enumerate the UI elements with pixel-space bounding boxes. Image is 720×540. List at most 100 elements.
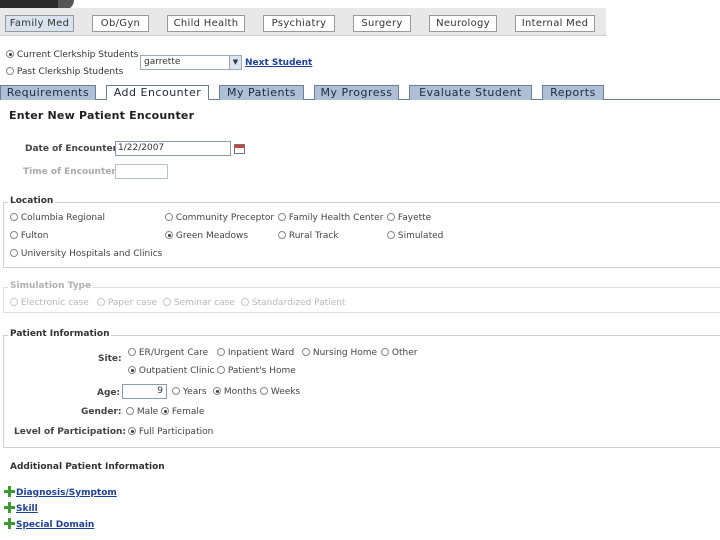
age-input[interactable]: 9	[122, 384, 167, 399]
discipline-tab-family-med[interactable]: Family Med	[5, 15, 74, 32]
date-of-encounter-input[interactable]: 1/22/2007	[115, 141, 231, 156]
site-option-outpatient-clinic[interactable]: Outpatient Clinic	[128, 366, 215, 376]
tab-my-progress[interactable]: My Progress	[314, 85, 399, 100]
discipline-tab-neurology[interactable]: Neurology	[429, 15, 497, 32]
link-label: Diagnosis/Symptom	[16, 488, 117, 498]
add-skill-link[interactable]: Skill	[4, 502, 38, 514]
radio-button[interactable]	[97, 298, 105, 306]
location-option-fayette[interactable]: Fayette	[387, 213, 431, 223]
discipline-tab-surgery[interactable]: Surgery	[353, 15, 411, 32]
next-student-link[interactable]: Next Student	[245, 58, 312, 68]
site-option-other[interactable]: Other	[381, 348, 417, 358]
radio-button[interactable]	[213, 387, 221, 395]
current-students-label: Current Clerkship Students	[16, 50, 139, 60]
student-select-value: garrette	[144, 57, 181, 67]
student-select[interactable]: garrette ▼	[140, 55, 242, 70]
simulation-option-seminar[interactable]: Seminar case	[163, 298, 235, 308]
past-students-radio[interactable]	[6, 67, 14, 75]
option-label: Columbia Regional	[20, 213, 106, 223]
gender-label: Gender:	[81, 407, 122, 417]
radio-button[interactable]	[217, 348, 225, 356]
plus-icon	[4, 518, 15, 529]
radio-button[interactable]	[278, 213, 286, 221]
option-label: Fulton	[20, 231, 49, 241]
radio-button[interactable]	[241, 298, 249, 306]
link-label: Skill	[16, 504, 38, 514]
site-option-er-urgent-care[interactable]: ER/Urgent Care	[128, 348, 208, 358]
option-label: Nursing Home	[312, 348, 378, 358]
past-students-option[interactable]: Past Clerkship Students	[6, 67, 123, 77]
location-option-rural-track[interactable]: Rural Track	[278, 231, 339, 241]
discipline-tab-child-health[interactable]: Child Health	[167, 15, 245, 32]
page-title: Enter New Patient Encounter	[9, 109, 195, 122]
radio-button[interactable]	[10, 213, 18, 221]
age-label: Age:	[97, 388, 121, 398]
site-option-patients-home[interactable]: Patient's Home	[217, 366, 296, 376]
add-special-domain-link[interactable]: Special Domain	[4, 518, 94, 530]
tab-reports[interactable]: Reports	[542, 85, 604, 100]
age-unit-weeks[interactable]: Weeks	[260, 387, 300, 397]
radio-button[interactable]	[387, 231, 395, 239]
additional-info-heading: Additional Patient Information	[10, 462, 165, 472]
location-option-columbia-regional[interactable]: Columbia Regional	[10, 213, 105, 223]
add-diagnosis-link[interactable]: Diagnosis/Symptom	[4, 486, 117, 498]
gender-option-male[interactable]: Male	[126, 407, 158, 417]
radio-button[interactable]	[10, 231, 18, 239]
current-students-option[interactable]: Current Clerkship Students	[6, 50, 138, 60]
radio-button[interactable]	[302, 348, 310, 356]
radio-button[interactable]	[163, 298, 171, 306]
participation-label: Level of Participation:	[14, 427, 127, 437]
option-label: Years	[182, 387, 207, 397]
radio-button[interactable]	[217, 366, 225, 374]
patient-information-legend: Patient Information	[8, 329, 112, 339]
age-unit-months[interactable]: Months	[213, 387, 257, 397]
radio-button[interactable]	[128, 366, 136, 374]
location-option-community-preceptor[interactable]: Community Preceptor	[165, 213, 274, 223]
discipline-tab-psychiatry[interactable]: Psychiatry	[263, 15, 335, 32]
radio-button[interactable]	[278, 231, 286, 239]
radio-button[interactable]	[128, 348, 136, 356]
simulation-option-standardized[interactable]: Standardized Patient	[241, 298, 346, 308]
location-option-university-hospitals[interactable]: University Hospitals and Clinics	[10, 249, 162, 259]
simulation-option-paper[interactable]: Paper case	[97, 298, 157, 308]
radio-button[interactable]	[381, 348, 389, 356]
radio-button[interactable]	[128, 427, 136, 435]
time-of-encounter-input[interactable]	[115, 164, 168, 179]
age-unit-years[interactable]: Years	[172, 387, 207, 397]
discipline-tab-internal-med[interactable]: Internal Med	[515, 15, 595, 32]
option-label: Other	[391, 348, 418, 358]
simulation-option-electronic[interactable]: Electronic case	[10, 298, 89, 308]
radio-button[interactable]	[165, 231, 173, 239]
chevron-down-icon[interactable]: ▼	[229, 56, 241, 69]
current-students-radio[interactable]	[6, 50, 14, 58]
option-label: Standardized Patient	[251, 298, 346, 308]
option-label: Paper case	[107, 298, 157, 308]
location-option-green-meadows[interactable]: Green Meadows	[165, 231, 248, 241]
time-of-encounter-label: Time of Encounter:	[23, 167, 120, 177]
tab-my-patients[interactable]: My Patients	[219, 85, 304, 100]
tab-add-encounter[interactable]: Add Encounter	[106, 85, 209, 100]
tab-requirements[interactable]: Requirements	[0, 85, 96, 100]
location-option-fulton[interactable]: Fulton	[10, 231, 49, 241]
location-option-simulated[interactable]: Simulated	[387, 231, 443, 241]
location-option-family-health-center[interactable]: Family Health Center	[278, 213, 383, 223]
calendar-icon[interactable]	[234, 144, 245, 154]
tab-evaluate-student[interactable]: Evaluate Student	[409, 85, 532, 100]
site-option-nursing-home[interactable]: Nursing Home	[302, 348, 377, 358]
radio-button[interactable]	[260, 387, 268, 395]
gender-option-female[interactable]: Female	[161, 407, 204, 417]
plus-icon	[4, 502, 15, 513]
discipline-tab-ob-gyn[interactable]: Ob/Gyn	[92, 15, 149, 32]
radio-button[interactable]	[10, 298, 18, 306]
radio-button[interactable]	[126, 407, 134, 415]
radio-button[interactable]	[387, 213, 395, 221]
option-label: Simulated	[397, 231, 444, 241]
radio-button[interactable]	[172, 387, 180, 395]
location-legend: Location	[8, 196, 56, 206]
radio-button[interactable]	[161, 407, 169, 415]
participation-option-full[interactable]: Full Participation	[128, 427, 213, 437]
radio-button[interactable]	[165, 213, 173, 221]
option-label: Green Meadows	[175, 231, 249, 241]
radio-button[interactable]	[10, 249, 18, 257]
site-option-inpatient-ward[interactable]: Inpatient Ward	[217, 348, 294, 358]
